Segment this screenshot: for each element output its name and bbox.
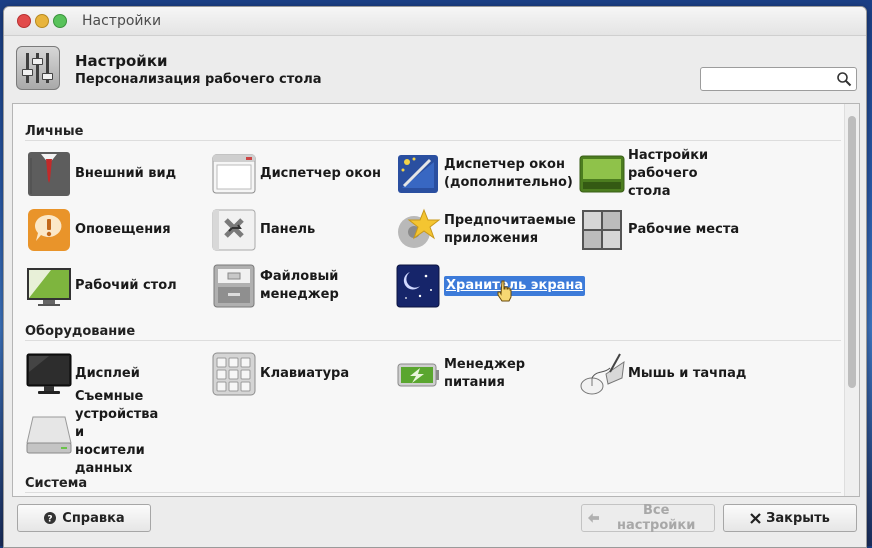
page-subtitle: Персонализация рабочего стола [75, 72, 322, 87]
desktop-icon [27, 268, 71, 306]
item-label: Рабочие места [628, 222, 740, 237]
appearance-icon [28, 152, 70, 196]
item-label: Предпочитаемые приложения [444, 213, 576, 246]
workspaces-icon [582, 210, 622, 250]
help-icon: ? [44, 512, 57, 525]
settings-window: Настройки Настройки Персонализация рабоч… [3, 6, 867, 548]
desktop-settings-icon [579, 155, 625, 193]
window-title: Настройки [82, 13, 162, 29]
keyboard-icon [212, 352, 256, 396]
item-label: Файловый менеджер [260, 269, 339, 302]
category-system: Система [25, 476, 88, 491]
category-divider [25, 140, 841, 141]
search-box[interactable] [700, 67, 857, 91]
search-input[interactable] [705, 70, 837, 90]
item-label: Рабочий стол [75, 278, 177, 293]
category-hardware: Оборудование [25, 324, 136, 339]
item-label: Хранитель экрана [444, 262, 586, 310]
svg-text:?: ? [48, 515, 53, 525]
item-label: Съемные устройства и носители данных [75, 389, 159, 476]
page-title: Настройки [75, 52, 168, 70]
screensaver-icon [396, 264, 440, 308]
notifications-icon [28, 209, 70, 251]
close-button[interactable]: Закрыть [723, 504, 857, 532]
category-divider [25, 340, 841, 341]
window-manager-tweaks-icon [398, 155, 438, 193]
item-label: Клавиатура [260, 366, 350, 381]
header: Настройки Персонализация рабочего стола [4, 36, 866, 100]
file-manager-icon [213, 264, 255, 308]
category-personal: Личные [25, 124, 84, 139]
item-label: Настройки рабочего стола [628, 148, 709, 199]
panel-icon [212, 209, 256, 251]
settings-sliders-icon [16, 46, 60, 90]
power-manager-icon [397, 363, 439, 387]
category-divider [25, 492, 841, 493]
title-bar[interactable]: Настройки [4, 7, 866, 36]
mouse-touchpad-icon [580, 353, 625, 395]
all-settings-button[interactable]: Все настройки [581, 503, 715, 533]
vertical-scrollbar[interactable] [844, 104, 859, 496]
display-icon [26, 353, 72, 394]
item-label: Панель [260, 222, 316, 237]
removable-drives-icon [26, 416, 72, 454]
item-label: Диспетчер окон (дополнительно) [444, 157, 573, 190]
preferred-apps-icon [398, 208, 441, 248]
settings-list: Личные Внешний вид Диспетчер окон Диспет… [12, 103, 860, 497]
hand-cursor-icon [497, 280, 512, 302]
scrollbar-thumb[interactable] [848, 116, 856, 388]
search-icon[interactable] [836, 71, 852, 87]
item-label: Оповещения [75, 222, 171, 237]
item-label: Внешний вид [75, 166, 177, 181]
minimize-window-icon[interactable] [35, 14, 49, 28]
close-window-icon[interactable] [17, 14, 31, 28]
item-label: Мышь и тачпад [628, 366, 747, 381]
arrow-left-icon [588, 513, 600, 523]
window-manager-icon [212, 154, 256, 194]
help-button[interactable]: ? Справка [17, 504, 151, 532]
item-label: Диспетчер окон [260, 166, 381, 181]
item-label: Менеджер питания [444, 357, 526, 390]
close-icon [750, 512, 761, 524]
maximize-window-icon[interactable] [53, 14, 67, 28]
